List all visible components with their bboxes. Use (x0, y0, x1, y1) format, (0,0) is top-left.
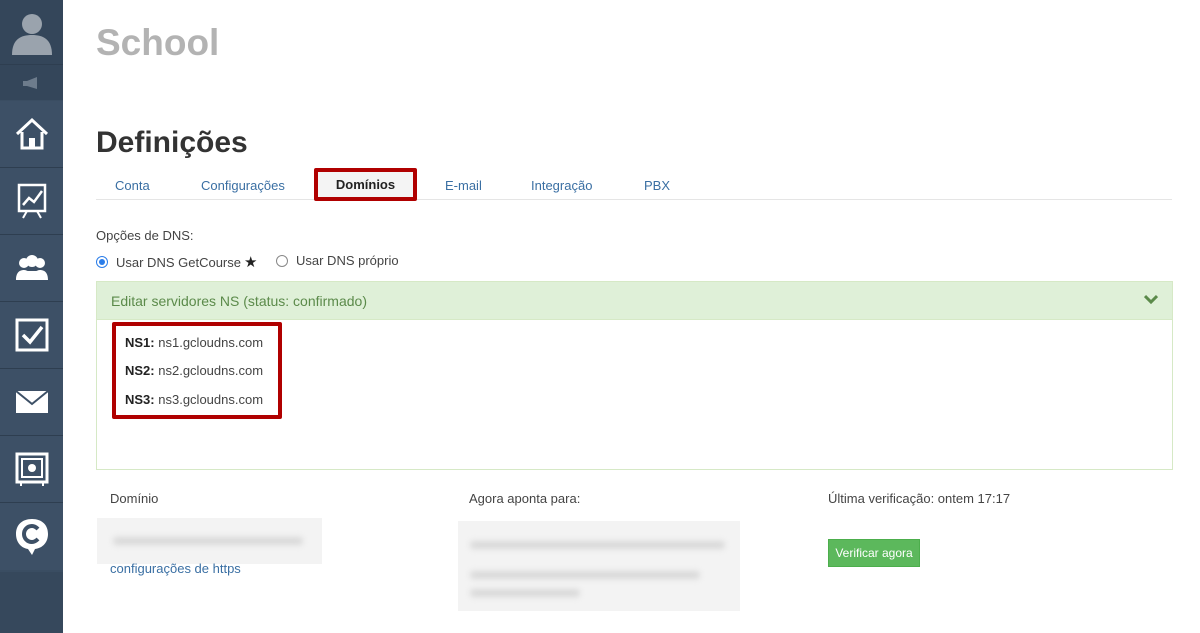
radio-dns-getcourse-label: Usar DNS GetCourse (116, 254, 241, 270)
tab-bar: Conta Configurações Domínios E-mail Inte… (96, 168, 1172, 201)
sidebar (0, 0, 63, 633)
tab-conta[interactable]: Conta (115, 178, 150, 193)
mail-icon[interactable] (0, 369, 63, 436)
last-check-label: Última verificação: ontem 17:17 (828, 491, 1011, 506)
sidebar-footer (0, 572, 63, 633)
chevron-down-icon[interactable] (1144, 293, 1158, 305)
https-settings-link[interactable]: configurações de https (110, 561, 241, 576)
ns3-line: NS3: ns3.gcloudns.com (125, 392, 263, 407)
blurred-points-to-value (458, 521, 740, 611)
users-icon[interactable] (0, 235, 63, 302)
verify-now-button[interactable]: Verificar agora (828, 539, 920, 567)
ns3-value: ns3.gcloudns.com (158, 392, 264, 407)
tab-dominios[interactable]: Domínios (314, 168, 417, 201)
radio-dns-own-label: Usar DNS próprio (296, 253, 399, 268)
app-title: School (96, 22, 220, 63)
tab-configuracoes[interactable]: Configurações (201, 178, 285, 193)
ns3-key: NS3: (125, 392, 155, 407)
tab-email[interactable]: E-mail (445, 178, 482, 193)
chart-icon[interactable] (0, 168, 63, 235)
tab-pbx[interactable]: PBX (644, 178, 670, 193)
radio-dns-own[interactable]: Usar DNS próprio (276, 253, 399, 268)
checkbox-icon[interactable] (0, 302, 63, 369)
dns-options-label: Opções de DNS: (96, 228, 194, 243)
ns1-line: NS1: ns1.gcloudns.com (125, 335, 263, 350)
getcourse-logo-icon[interactable] (0, 503, 63, 570)
user-avatar-icon[interactable] (0, 0, 63, 64)
tab-integracao[interactable]: Integração (531, 178, 592, 193)
megaphone-icon[interactable] (0, 64, 63, 100)
ns2-line: NS2: ns2.gcloudns.com (125, 363, 263, 378)
points-to-column-header: Agora aponta para: (469, 491, 581, 506)
page-title: Definições (96, 126, 248, 159)
radio-button-checked[interactable] (96, 256, 108, 268)
home-icon[interactable] (0, 101, 63, 168)
safe-icon[interactable] (0, 436, 63, 503)
ns-panel-header[interactable]: Editar servidores NS (status: confirmado… (97, 282, 1172, 320)
blurred-domain-value (97, 518, 322, 564)
radio-dns-getcourse[interactable]: Usar DNS GetCourse ★ (96, 253, 257, 271)
radio-button[interactable] (276, 254, 288, 267)
ns2-value: ns2.gcloudns.com (158, 363, 264, 378)
star-icon: ★ (243, 254, 258, 271)
ns1-value: ns1.gcloudns.com (158, 335, 264, 350)
ns-panel-title: Editar servidores NS (status: confirmado… (111, 292, 367, 309)
domain-column-header: Domínio (110, 491, 159, 506)
ns2-key: NS2: (125, 363, 155, 378)
ns1-key: NS1: (125, 335, 155, 350)
